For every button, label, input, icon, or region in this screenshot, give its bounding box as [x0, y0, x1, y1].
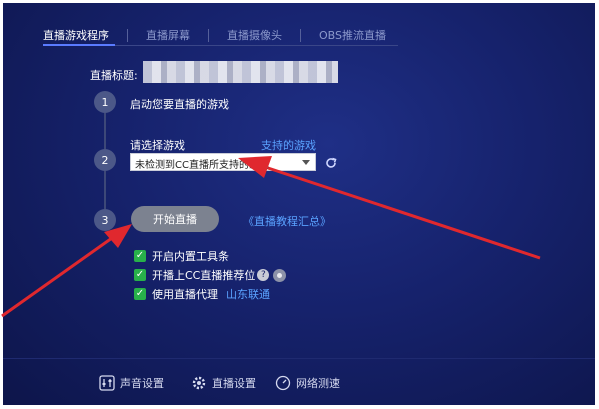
- option-recommend: ✓ 开播上CC直播推荐位 ?: [134, 268, 287, 282]
- network-speed-label: 网络测速: [296, 377, 340, 390]
- option-label: 开播上CC直播推荐位: [152, 269, 256, 282]
- mode-tabs: 直播游戏程序 直播屏幕 直播摄像头 OBS推流直播: [43, 25, 386, 45]
- checkbox-proxy[interactable]: ✓: [134, 288, 146, 300]
- option-toolbar: ✓ 开启内置工具条: [134, 249, 229, 263]
- tab-active-indicator: [43, 44, 115, 46]
- tab-divider: [208, 28, 209, 42]
- checkbox-recommend[interactable]: ✓: [134, 269, 146, 281]
- step-1-badge: 1: [94, 91, 116, 113]
- speedometer-icon: [275, 375, 291, 391]
- checkbox-toolbar[interactable]: ✓: [134, 250, 146, 262]
- tab-divider: [300, 28, 301, 42]
- network-speed-button[interactable]: 网络测速: [275, 375, 340, 391]
- tab-divider: [127, 28, 128, 42]
- refresh-icon[interactable]: [324, 156, 338, 170]
- live-settings-label: 直播设置: [212, 377, 256, 390]
- help-icon[interactable]: ?: [257, 269, 270, 281]
- supported-games-link[interactable]: 支持的游戏: [261, 137, 316, 153]
- tab-obs[interactable]: OBS推流直播: [319, 27, 386, 43]
- step-1-text: 启动您要直播的游戏: [130, 98, 229, 111]
- option-proxy: ✓ 使用直播代理 山东联通: [134, 287, 270, 301]
- choose-game-label: 请选择游戏: [130, 139, 185, 152]
- step-3-badge: 3: [94, 209, 116, 231]
- option-label: 使用直播代理: [152, 288, 218, 301]
- option-label: 开启内置工具条: [152, 250, 229, 263]
- gear-icon: [192, 376, 206, 390]
- game-select[interactable]: 未检测到CC直播所支持的游戏: [130, 153, 316, 171]
- tab-camera[interactable]: 直播摄像头: [227, 27, 282, 43]
- live-stream-panel: 直播游戏程序 直播屏幕 直播摄像头 OBS推流直播 直播标题: 1 2 3 启动…: [3, 3, 595, 405]
- audio-settings-label: 声音设置: [120, 377, 164, 390]
- audio-settings-button[interactable]: 声音设置: [99, 375, 164, 391]
- tab-screen[interactable]: 直播屏幕: [146, 27, 190, 43]
- sliders-icon: [99, 375, 115, 391]
- tab-game-program[interactable]: 直播游戏程序: [43, 27, 109, 43]
- tutorial-link[interactable]: 《直播教程汇总》: [243, 213, 331, 229]
- proxy-select-link[interactable]: 山东联通: [226, 286, 270, 302]
- gear-icon[interactable]: [273, 268, 287, 282]
- step-2-badge: 2: [94, 149, 116, 171]
- bottom-divider: [3, 358, 595, 359]
- stream-title-input[interactable]: [143, 61, 338, 83]
- step-connector: [104, 113, 106, 149]
- stream-title-label: 直播标题:: [90, 69, 138, 82]
- step-connector: [104, 171, 106, 209]
- chevron-down-icon[interactable]: [302, 160, 310, 165]
- start-live-button[interactable]: 开始直播: [131, 206, 219, 232]
- live-settings-button[interactable]: 直播设置: [191, 375, 256, 391]
